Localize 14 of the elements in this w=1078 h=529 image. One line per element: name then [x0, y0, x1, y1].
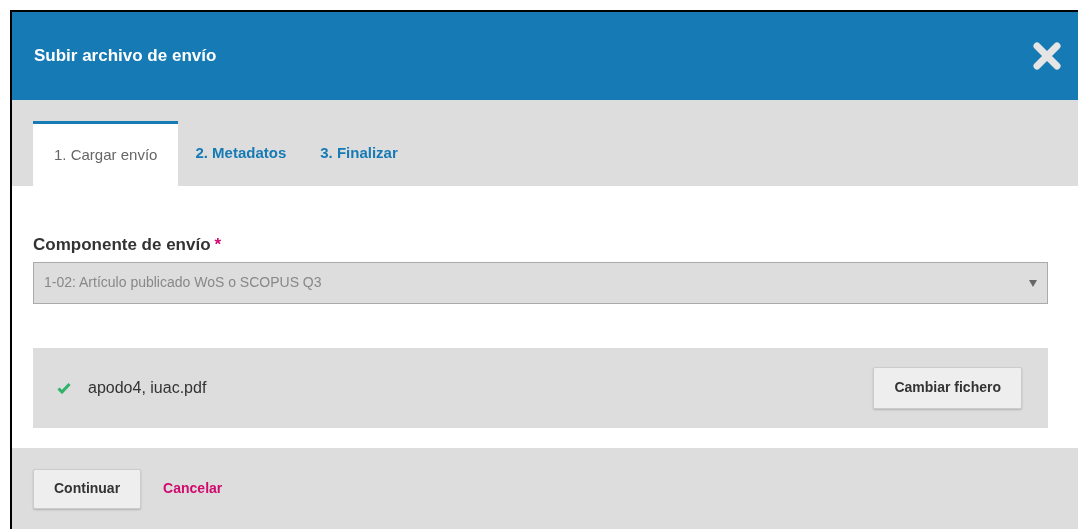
tab[interactable]: 3. Finalizar [307, 121, 411, 186]
tab[interactable]: 2. Metadatos [182, 121, 300, 186]
continue-button[interactable]: Continuar [33, 468, 142, 509]
file-name: apodo4, iuac.pdf [88, 377, 207, 398]
caret-icon [1029, 278, 1037, 287]
component-select[interactable]: 1-02: Artículo publicado WoS o SCOPUS Q3 [33, 261, 1048, 304]
close-icon[interactable] [1032, 41, 1062, 71]
required-mark: * [214, 234, 222, 256]
dialog-title: Subir archivo de envío [34, 45, 217, 68]
check-icon [57, 381, 71, 394]
cancel-link[interactable]: Cancelar [163, 478, 223, 499]
change-file-button[interactable]: Cambiar fichero [873, 366, 1022, 409]
field-label: Componente de envío [33, 234, 211, 256]
tab[interactable]: 1. Cargar envío [33, 121, 179, 186]
